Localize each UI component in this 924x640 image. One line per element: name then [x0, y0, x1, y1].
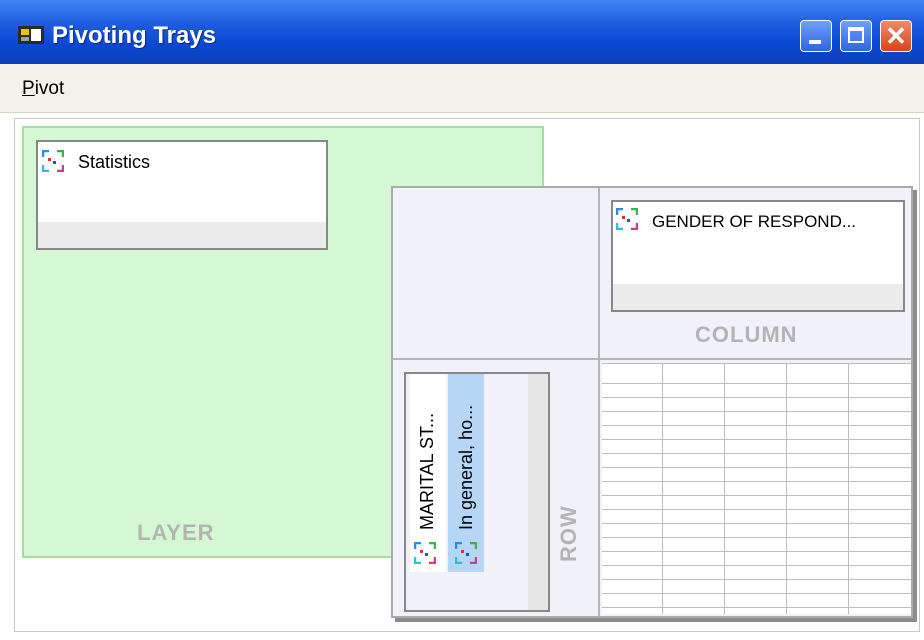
tray-divider-horizontal	[393, 358, 911, 360]
item-strip	[38, 222, 326, 248]
pivoting-trays-window: Pivoting Trays ✕ Pivot Statistics LAYER …	[0, 0, 924, 640]
grid-line	[602, 607, 911, 608]
row-item-strip	[528, 374, 548, 610]
pivot-app-icon	[18, 26, 44, 44]
grid-line	[602, 383, 911, 384]
grid-line	[786, 363, 787, 614]
grid-line	[602, 509, 911, 510]
grid-line	[602, 523, 911, 524]
close-icon: ✕	[885, 21, 907, 51]
grid-line	[602, 481, 911, 482]
minimize-icon	[809, 40, 821, 44]
pivot-icon	[414, 542, 436, 564]
grid-line	[848, 363, 849, 614]
column-tray-label: COLUMN	[695, 322, 798, 347]
item-strip	[613, 284, 903, 310]
tray-divider-vertical	[598, 188, 600, 616]
menu-pivot[interactable]: Pivot	[22, 78, 64, 100]
close-button[interactable]: ✕	[880, 20, 912, 52]
window-title: Pivoting Trays	[52, 22, 217, 49]
grid-line	[662, 363, 663, 614]
maximize-button[interactable]	[840, 20, 872, 52]
pivot-icon	[455, 542, 477, 564]
grid-line	[602, 467, 911, 468]
title-bar[interactable]: Pivoting Trays ✕	[0, 0, 924, 64]
grid-line	[602, 593, 911, 594]
maximize-icon	[848, 27, 864, 43]
pivot-icon	[616, 208, 638, 230]
menu-pivot-label: ivot	[34, 78, 65, 99]
grid-line	[602, 363, 911, 364]
grid-line	[602, 425, 911, 426]
pivot-icon	[42, 150, 64, 172]
row-item-general-label: In general, ho...	[456, 404, 476, 530]
menu-bar	[0, 64, 924, 113]
grid-line	[602, 551, 911, 552]
row-item-marital-label: MARITAL ST...	[417, 412, 437, 530]
minimize-button[interactable]	[800, 20, 832, 52]
row-tray-label: ROW	[556, 505, 581, 562]
grid-line	[602, 439, 911, 440]
layer-item-label: Statistics	[78, 152, 151, 172]
column-item-label: GENDER OF RESPOND...	[652, 212, 857, 231]
grid-line	[602, 565, 911, 566]
grid-line	[602, 453, 911, 454]
grid-line	[602, 537, 911, 538]
layer-tray-label: LAYER	[137, 520, 215, 545]
menu-pivot-mnemonic: P	[22, 78, 35, 99]
grid-line	[602, 495, 911, 496]
grid-line	[602, 411, 911, 412]
grid-line	[602, 579, 911, 580]
grid-line	[724, 363, 725, 614]
data-grid	[602, 363, 911, 614]
grid-line	[602, 397, 911, 398]
